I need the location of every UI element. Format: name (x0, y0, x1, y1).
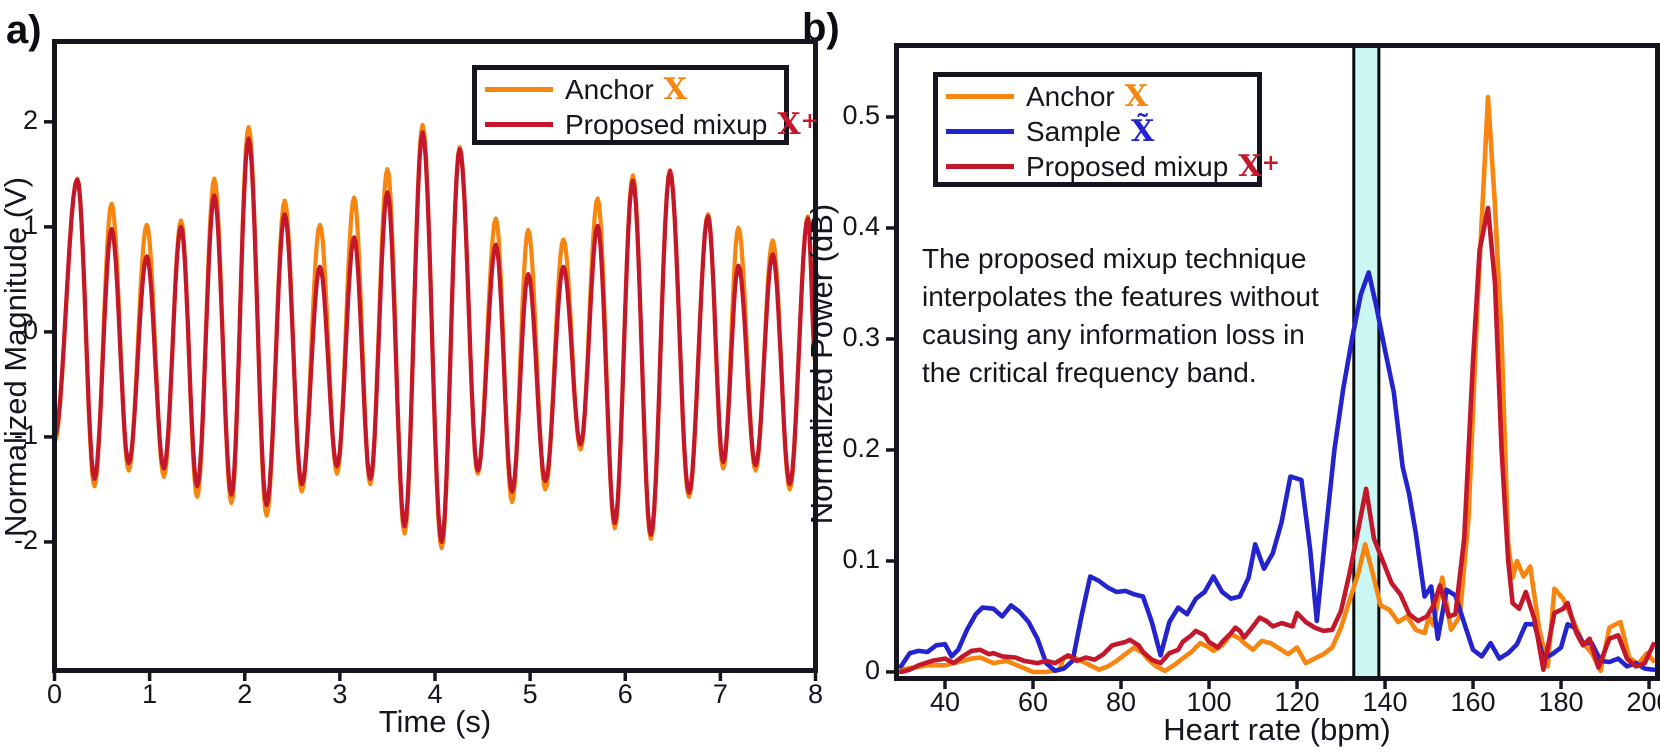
annotation-text: The proposed mixup technique interpolate… (922, 240, 1382, 392)
svg-b-x-tick-label: 180 (1538, 687, 1584, 717)
panel-b-legend: Anchor X Sample X̃ Proposed mixup X+ (933, 72, 1280, 187)
sample-x-tilde-symbol: X̃ (1130, 114, 1155, 149)
anchor-line-sample (485, 87, 553, 92)
svg-a-x-tick-label: 1 (142, 679, 158, 709)
panel-b-x-axis-title: Heart rate (bpm) (1163, 712, 1391, 747)
annotation-line-4: the critical frequency band. (922, 357, 1257, 388)
panel-a-y-axis-title: Normalized Magnitude (V) (0, 176, 33, 538)
panel-b-y-axis-title: Normalized Power (dB) (804, 203, 839, 525)
svg-b-x-tick-label: 40 (929, 687, 960, 717)
svg-b-x-tick-label: 200 (1626, 687, 1660, 717)
svg-a-x-tick-label: 6 (617, 679, 633, 709)
mixup-line-sample (946, 164, 1014, 169)
legend-label-anchor: Anchor X (1026, 79, 1148, 114)
anchor-line-sample (946, 94, 1014, 99)
svg-b-x-tick-label: 160 (1450, 687, 1496, 717)
mixup-line-sample (485, 122, 553, 127)
annotation-line-1: The proposed mixup technique (922, 243, 1307, 274)
svg-b-y-tick-label: 0 (864, 654, 880, 685)
figure-canvas: a) b) 0 1 2 3 4 5 6 7 8 2 1 0 -1 -2 Time (s) Normaliz… (0, 0, 1660, 753)
mixup-x-plus-symbol: X+ (1238, 149, 1281, 184)
sample-line-sample (946, 129, 1014, 134)
legend-entry-anchor: Anchor X (946, 79, 1247, 114)
anchor-x-symbol: X (1124, 79, 1148, 114)
legend-label-sample: Sample X̃ (1026, 114, 1155, 149)
legend-entry-sample: Sample X̃ (946, 114, 1247, 149)
anchor-x-symbol: X (663, 72, 687, 107)
annotation-line-3: causing any information loss in (922, 319, 1305, 350)
svg-a-x-tick-label: 0 (46, 679, 63, 709)
legend-label-mixup: Proposed mixup X+ (565, 107, 820, 142)
panel-a-legend: Anchor X Proposed mixup X+ (472, 65, 819, 145)
legend-entry-anchor: Anchor X (485, 72, 774, 107)
svg-a-x-tick-label: 7 (712, 679, 728, 709)
panel-a-x-axis-title: Time (s) (378, 704, 492, 739)
svg-a-x-tick-label: 2 (237, 679, 253, 709)
legend-label-anchor: Anchor X (565, 72, 687, 107)
annotation-line-2: interpolates the features without (922, 281, 1319, 312)
legend-entry-mixup: Proposed mixup X+ (946, 149, 1280, 184)
svg-b-x-tick-label: 60 (1017, 687, 1048, 717)
legend-label-mixup: Proposed mixup X+ (1026, 149, 1281, 184)
legend-entry-mixup: Proposed mixup X+ (485, 107, 819, 142)
proposed-mixup-x--curve (52, 130, 818, 544)
